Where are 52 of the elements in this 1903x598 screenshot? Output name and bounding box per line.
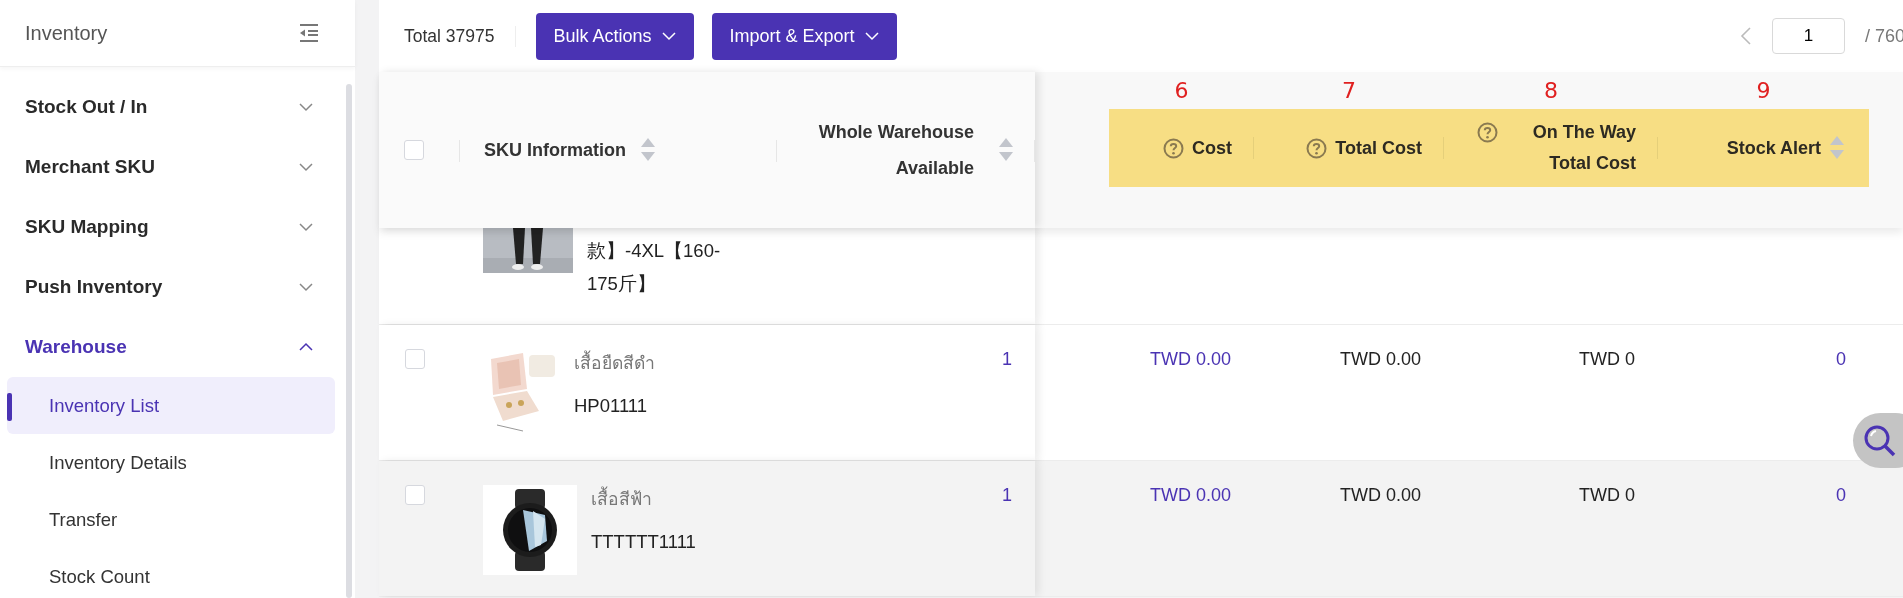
column-header[interactable]: Stock Alert (1658, 109, 1869, 187)
sku-code: HP01111 (574, 394, 649, 418)
quantity-link[interactable]: 1 (1002, 349, 1012, 369)
sidebar-title: Inventory (25, 21, 108, 45)
sort-icon[interactable] (1829, 135, 1845, 161)
help-icon[interactable] (1306, 137, 1328, 159)
annotation-number: 6 (1174, 78, 1189, 103)
chevron-left-icon (1739, 26, 1752, 46)
menu-item[interactable]: Inventory List (7, 377, 335, 434)
checkbox[interactable] (405, 485, 425, 505)
annotation-number: 8 (1544, 78, 1558, 103)
cost-link[interactable]: TWD 0.00 (1149, 349, 1231, 369)
menu-item[interactable]: Inventory Details (7, 434, 335, 491)
stock-alert-link[interactable]: 0 (1836, 485, 1846, 505)
stock-alert-link[interactable]: 0 (1836, 349, 1846, 369)
table-cell: TWD 0 (1579, 485, 1635, 505)
quantity-link[interactable]: 1 (1002, 485, 1012, 505)
page-input[interactable]: 1 (1771, 18, 1845, 54)
table-cell: TWD 0.00 (1339, 485, 1421, 505)
dropdown-button[interactable]: Bulk Actions (535, 12, 694, 60)
product-name: เสื้อสีฟ้า (591, 485, 696, 513)
column-header: On The Way Total Cost (1444, 109, 1658, 187)
menu-group[interactable]: Stock Out / In (0, 77, 335, 137)
menu-group[interactable]: Warehouse (0, 317, 335, 377)
column-header: Cost (1109, 109, 1254, 187)
annotation-number: 9 (1756, 78, 1771, 103)
table-cell: TWD 0 (1579, 349, 1635, 369)
dropdown-button[interactable]: Import & Export (711, 12, 897, 60)
active-indicator (7, 393, 12, 421)
product-name: เสื้อยืดสีดำ (574, 349, 655, 377)
table-cell: TWD 0.00 (1339, 349, 1421, 369)
menu-group[interactable]: Merchant SKU (0, 137, 335, 197)
search-icon (1863, 423, 1897, 458)
total-count: Total 37975 (404, 25, 516, 47)
annotation-number: 7 (1342, 78, 1356, 103)
menu-item[interactable]: Transfer (7, 491, 335, 548)
collapse-icon[interactable] (299, 23, 319, 43)
column-header[interactable]: Whole Warehouse Available (814, 114, 1014, 186)
checkbox[interactable] (405, 349, 425, 369)
sort-icon[interactable] (998, 137, 1014, 163)
product-name: 款】-4XL【160-175斤】 (587, 239, 722, 296)
menu-group[interactable]: Push Inventory (0, 257, 335, 317)
column-header: Total Cost (1254, 109, 1444, 187)
cost-link[interactable]: TWD 0.00 (1149, 485, 1231, 505)
help-icon[interactable] (1163, 137, 1184, 159)
sku-code: TTTTTT1111 (591, 530, 696, 554)
menu-item[interactable]: Stock Count (7, 548, 335, 598)
menu-group[interactable]: SKU Mapping (0, 197, 335, 257)
checkbox[interactable] (404, 140, 424, 160)
sort-icon[interactable] (640, 137, 656, 163)
help-icon[interactable] (1477, 122, 1498, 143)
column-header[interactable]: SKU Information (460, 72, 777, 228)
